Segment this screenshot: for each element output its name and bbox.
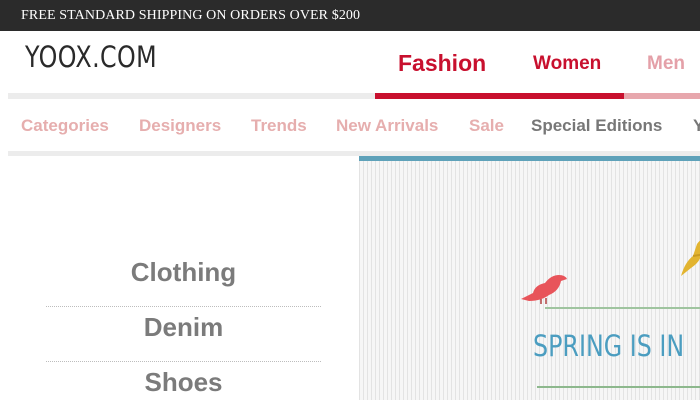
sub-nav: Categories Designers Trends New Arrivals… <box>0 99 700 151</box>
banner-headline: SPRING IS IN <box>533 329 685 363</box>
tab-fashion[interactable]: Fashion <box>398 50 486 77</box>
branch-line <box>545 307 700 309</box>
subnav-item-designers[interactable]: Designers <box>139 116 221 136</box>
subnav-item-new-arrivals[interactable]: New Arrivals <box>336 116 438 136</box>
subnav-item-sale[interactable]: Sale <box>469 116 504 136</box>
tab-women[interactable]: Women <box>533 53 601 75</box>
subnav-item-special-editions[interactable]: Special Editions <box>531 116 662 136</box>
subnav-item-truncated[interactable]: Y <box>693 116 700 136</box>
category-item-clothing[interactable]: Clothing <box>46 252 321 307</box>
category-item-denim[interactable]: Denim <box>46 307 321 362</box>
main-nav: Fashion Women Men <box>0 32 700 99</box>
banner-underline <box>537 386 700 388</box>
promo-bar: FREE STANDARD SHIPPING ON ORDERS OVER $2… <box>0 0 700 31</box>
tab-men[interactable]: Men <box>647 53 685 75</box>
category-item-shoes[interactable]: Shoes <box>46 362 321 400</box>
category-list: Clothing Denim Shoes <box>46 252 321 400</box>
bird-icon <box>681 240 700 276</box>
bird-icon <box>521 275 567 304</box>
promo-text: FREE STANDARD SHIPPING ON ORDERS OVER $2… <box>21 8 361 23</box>
promo-banner[interactable]: SPRING IS IN <box>359 156 700 400</box>
subnav-item-trends[interactable]: Trends <box>251 116 307 136</box>
subnav-item-categories[interactable]: Categories <box>21 116 109 136</box>
